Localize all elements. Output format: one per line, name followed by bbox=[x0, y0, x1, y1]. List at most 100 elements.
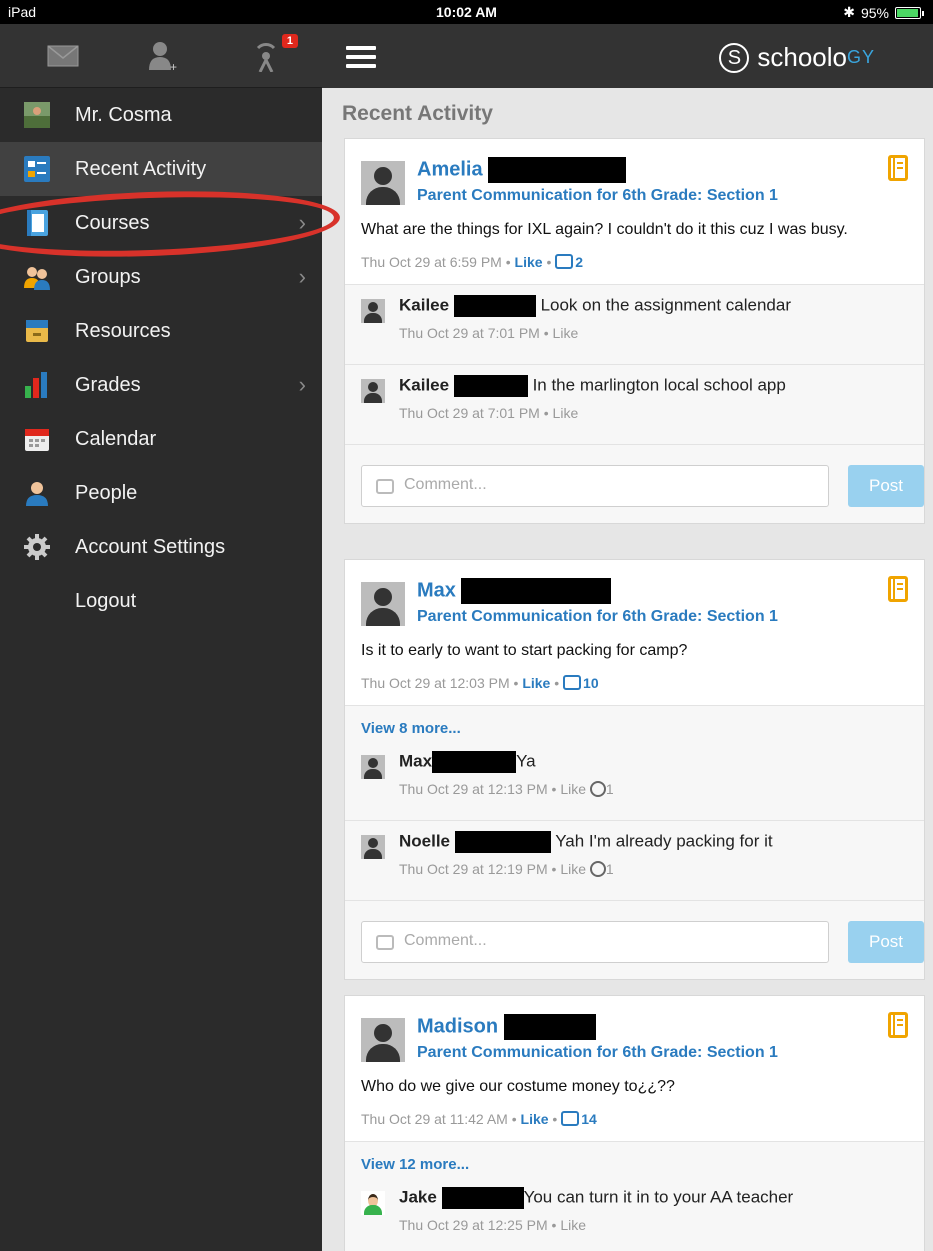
sidebar-item-resources[interactable]: Resources bbox=[0, 304, 322, 358]
svg-text:+: + bbox=[170, 60, 177, 72]
comment-composer: Comment... Post bbox=[345, 445, 924, 523]
schoology-logo: S schoolo GY bbox=[719, 42, 875, 73]
post-author[interactable]: Max bbox=[417, 578, 612, 604]
logo-mark-icon: S bbox=[719, 42, 750, 73]
comment-count[interactable]: 2 bbox=[555, 254, 583, 270]
sidebar-item-logout[interactable]: Logout bbox=[0, 574, 322, 628]
comment-author[interactable]: Max bbox=[399, 751, 432, 770]
comment-text: In the marlington local school app bbox=[532, 375, 786, 395]
comment-author[interactable]: Noelle bbox=[399, 831, 450, 850]
like-link[interactable]: Like bbox=[521, 1111, 549, 1127]
comment-input[interactable]: Comment... bbox=[361, 465, 829, 507]
sidebar-item-label: Mr. Cosma bbox=[75, 103, 172, 126]
comment-author[interactable]: Jake bbox=[399, 1187, 437, 1206]
comment-count[interactable]: 14 bbox=[561, 1111, 597, 1127]
messages-button[interactable] bbox=[46, 40, 82, 72]
comment-time: Thu Oct 29 at 12:13 PM bbox=[399, 781, 548, 797]
comment-input[interactable]: Comment... bbox=[361, 921, 829, 963]
smile-icon bbox=[589, 861, 606, 877]
post-author[interactable]: Amelia bbox=[417, 157, 627, 183]
comment: Kailee In the marlington local school ap… bbox=[345, 365, 924, 445]
comment-time: Thu Oct 29 at 7:01 PM bbox=[399, 405, 540, 421]
comment-icon bbox=[376, 935, 394, 950]
post-button[interactable]: Post bbox=[848, 921, 924, 963]
post-time: Thu Oct 29 at 6:59 PM bbox=[361, 254, 502, 270]
chevron-right-icon: › bbox=[298, 210, 306, 235]
avatar bbox=[361, 299, 385, 323]
sidebar-item-label: Courses bbox=[75, 211, 150, 234]
comment-composer: Comment... Post bbox=[345, 901, 924, 979]
redaction bbox=[454, 831, 551, 853]
comment-icon bbox=[563, 675, 582, 690]
requests-button[interactable]: + bbox=[146, 40, 182, 74]
like-link[interactable]: Like bbox=[553, 405, 579, 421]
like-link[interactable]: Like bbox=[515, 254, 543, 270]
like-link[interactable]: Like bbox=[560, 781, 586, 797]
user-add-icon: + bbox=[149, 42, 177, 74]
battery-percent: 95% bbox=[860, 4, 889, 21]
avatar bbox=[361, 835, 385, 859]
status-bar: iPad 10:02 AM ✱ 95% bbox=[0, 0, 933, 24]
sidebar: + 1 Mr. Cosma Recent Activity Courses › … bbox=[0, 24, 322, 1251]
sidebar-item-label: Logout bbox=[75, 589, 137, 612]
bluetooth-icon: ✱ bbox=[843, 4, 855, 20]
redaction bbox=[488, 157, 627, 183]
post-context-link[interactable]: Parent Communication for 6th Grade: Sect… bbox=[417, 608, 778, 626]
like-link[interactable]: Like bbox=[522, 675, 550, 691]
post-button[interactable]: Post bbox=[848, 465, 924, 507]
sidebar-item-people[interactable]: People bbox=[0, 466, 322, 520]
post-meta: Thu Oct 29 at 6:59 PM • Like • 2 bbox=[361, 254, 584, 270]
comment-text: Yah I'm already packing for it bbox=[555, 831, 773, 851]
notifications-button[interactable]: 1 bbox=[254, 34, 298, 73]
sidebar-toolbar: + 1 bbox=[0, 24, 322, 88]
comment-count[interactable]: 10 bbox=[563, 675, 599, 691]
sidebar-item-groups[interactable]: Groups › bbox=[0, 250, 322, 304]
avatar bbox=[361, 161, 405, 205]
view-more-link[interactable]: View 8 more... bbox=[345, 706, 924, 741]
sidebar-item-grades[interactable]: Grades › bbox=[0, 358, 322, 412]
post-meta: Thu Oct 29 at 12:03 PM • Like • 10 bbox=[361, 675, 599, 691]
sidebar-item-account-settings[interactable]: Account Settings bbox=[0, 520, 322, 574]
person-icon bbox=[24, 480, 50, 506]
view-more-link[interactable]: View 12 more... bbox=[345, 1142, 924, 1177]
bar-chart-icon bbox=[24, 372, 50, 398]
avatar bbox=[361, 755, 385, 779]
comment-time: Thu Oct 29 at 12:25 PM bbox=[399, 1217, 548, 1233]
like-link[interactable]: Like bbox=[560, 861, 586, 877]
sidebar-item-profile[interactable]: Mr. Cosma bbox=[0, 88, 322, 142]
menu-icon[interactable] bbox=[346, 46, 376, 68]
activity-feed: Recent Activity Amelia Parent Communicat… bbox=[322, 88, 933, 1251]
post-author[interactable]: Madison bbox=[417, 1014, 596, 1040]
sidebar-item-label: Calendar bbox=[75, 427, 157, 450]
post-meta: Thu Oct 29 at 11:42 AM • Like • 14 bbox=[361, 1111, 597, 1127]
top-bar: S schoolo GY bbox=[322, 24, 933, 88]
comment-author[interactable]: Kailee bbox=[399, 295, 449, 314]
feed-post: Max Parent Communication for 6th Grade: … bbox=[344, 559, 925, 980]
clock: 10:02 AM bbox=[436, 4, 497, 20]
comment: Jake You can turn it in to your AA teach… bbox=[345, 1177, 924, 1251]
like-link[interactable]: Like bbox=[553, 325, 579, 341]
post-context-link[interactable]: Parent Communication for 6th Grade: Sect… bbox=[417, 1044, 778, 1062]
notebook-icon bbox=[888, 576, 908, 602]
sidebar-item-courses[interactable]: Courses › bbox=[0, 196, 322, 250]
like-link[interactable]: Like bbox=[560, 1217, 586, 1233]
like-count: 1 bbox=[605, 861, 614, 877]
sidebar-item-label: Recent Activity bbox=[75, 157, 207, 180]
avatar bbox=[361, 1018, 405, 1062]
redaction bbox=[503, 1014, 596, 1040]
battery-icon bbox=[895, 6, 924, 19]
battery-status: ✱ 95% bbox=[843, 4, 924, 21]
notification-badge: 1 bbox=[281, 34, 298, 48]
post-context-link[interactable]: Parent Communication for 6th Grade: Sect… bbox=[417, 187, 778, 205]
comment-icon bbox=[555, 254, 574, 269]
logo-text-accent: GY bbox=[846, 47, 875, 67]
like-count: 1 bbox=[605, 781, 614, 797]
sidebar-item-calendar[interactable]: Calendar bbox=[0, 412, 322, 466]
comment-time: Thu Oct 29 at 12:19 PM bbox=[399, 861, 548, 877]
calendar-icon bbox=[24, 426, 50, 452]
comment-list: View 8 more... Max Ya Thu Oct 29 at 12:13… bbox=[345, 705, 924, 979]
comment-author[interactable]: Kailee bbox=[399, 375, 449, 394]
comment-text: Ya bbox=[516, 751, 536, 771]
groups-icon bbox=[24, 264, 50, 290]
sidebar-item-recent-activity[interactable]: Recent Activity bbox=[0, 142, 322, 196]
